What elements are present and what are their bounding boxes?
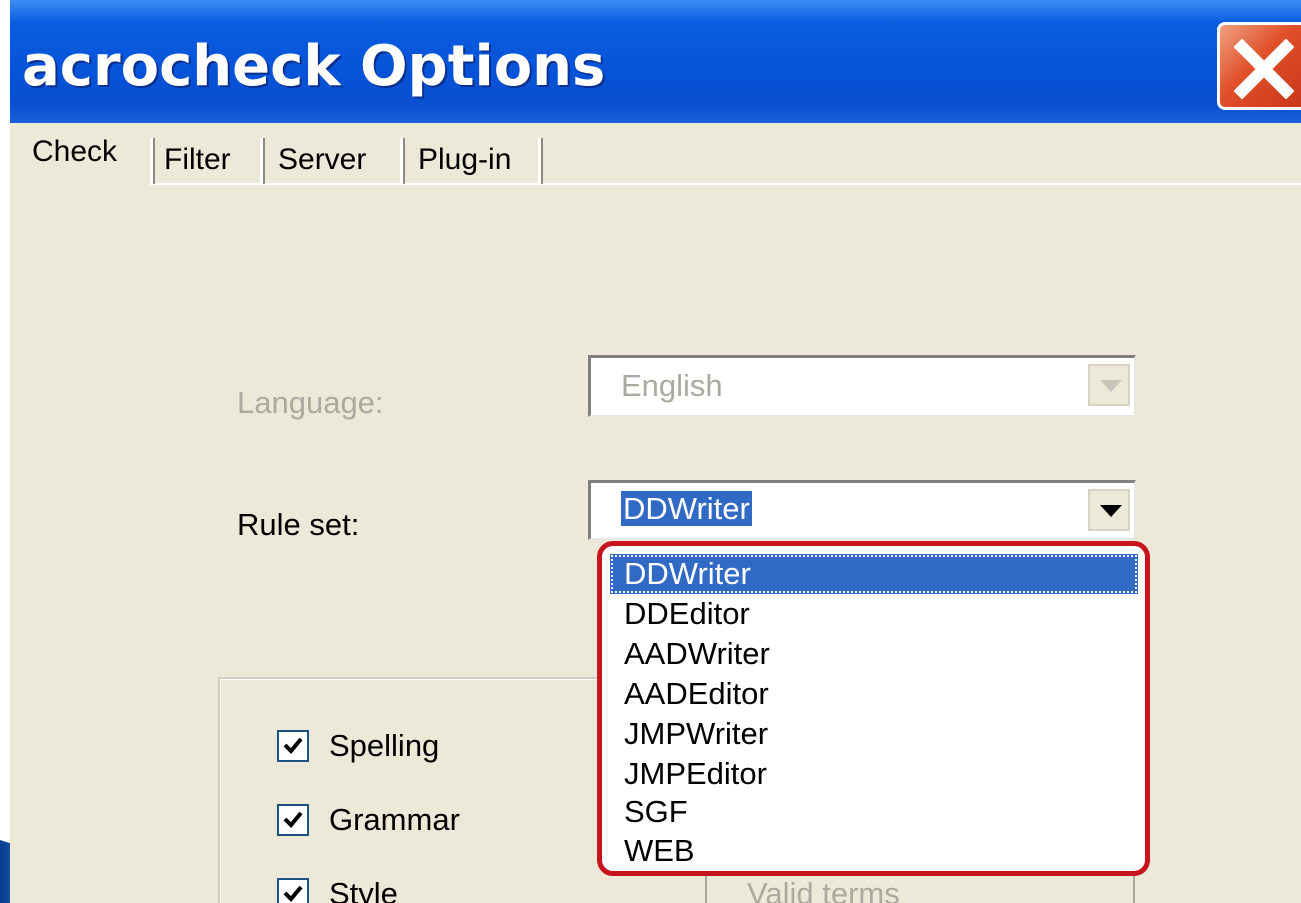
tab-divider: [150, 138, 155, 184]
ruleset-option[interactable]: JMPWriter: [624, 714, 768, 754]
language-label: Language:: [237, 385, 384, 420]
tab-filter-label: Filter: [164, 143, 231, 176]
close-button[interactable]: [1217, 22, 1301, 110]
grammar-checkbox[interactable]: [277, 804, 309, 836]
language-dropdown-button: [1088, 364, 1130, 406]
ruleset-dropdown-list: DDWriter DDEditor AADWriter AADEditor JM…: [597, 541, 1150, 876]
ruleset-dropdown-button[interactable]: [1088, 489, 1130, 531]
tab-filter[interactable]: Filter: [164, 140, 231, 184]
valid-terms-label: Valid terms: [747, 876, 900, 903]
checkmark-icon: [283, 885, 303, 902]
tab-check-label: Check: [32, 135, 118, 168]
chevron-down-icon: [1100, 505, 1122, 517]
tab-plugin[interactable]: Plug-in: [418, 140, 511, 184]
tab-divider: [260, 138, 265, 184]
ruleset-option[interactable]: DDWriter: [610, 554, 1138, 594]
chevron-down-icon: [1100, 380, 1122, 392]
ruleset-option[interactable]: WEB: [624, 831, 695, 871]
options-dialog: acrocheck Options Check Filter Server Pl…: [10, 0, 1301, 903]
style-checkbox[interactable]: [277, 878, 309, 903]
ruleset-value: DDWriter: [621, 491, 752, 527]
check-options-group: [218, 677, 610, 903]
checkmark-icon: [283, 811, 303, 828]
tab-divider: [538, 138, 543, 184]
ruleset-label: Rule set:: [237, 507, 360, 542]
spelling-checkbox[interactable]: [277, 730, 309, 762]
language-select: English: [588, 355, 1136, 417]
window-title: acrocheck Options: [22, 34, 606, 99]
ruleset-option[interactable]: SGF: [624, 792, 688, 832]
style-label: Style: [329, 876, 398, 903]
grammar-label: Grammar: [329, 802, 460, 837]
ruleset-option[interactable]: DDEditor: [624, 594, 750, 634]
checkmark-icon: [283, 737, 303, 754]
tab-server-label: Server: [278, 143, 367, 176]
tab-plugin-label: Plug-in: [418, 143, 512, 176]
title-bar[interactable]: acrocheck Options: [10, 0, 1301, 123]
language-value: English: [621, 368, 723, 403]
tab-server[interactable]: Server: [278, 140, 366, 184]
ruleset-select[interactable]: DDWriter: [588, 480, 1136, 540]
tab-divider: [400, 138, 405, 184]
ruleset-option[interactable]: AADEditor: [624, 674, 769, 714]
ruleset-value-text: DDWriter: [621, 491, 752, 526]
tab-check[interactable]: Check: [32, 132, 117, 176]
ruleset-option[interactable]: JMPEditor: [624, 754, 767, 794]
ruleset-option[interactable]: AADWriter: [624, 634, 770, 674]
close-icon: [1234, 39, 1294, 99]
spelling-label: Spelling: [329, 728, 440, 763]
